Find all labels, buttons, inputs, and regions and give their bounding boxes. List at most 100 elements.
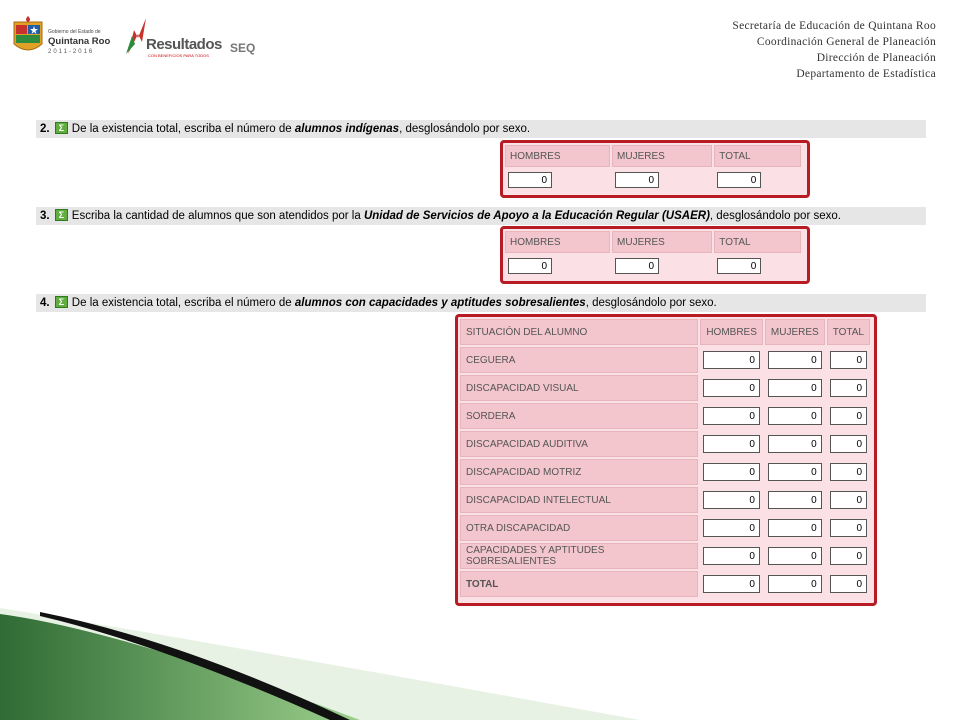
mujeres-input[interactable]: 0 [767, 547, 822, 565]
question-text: De la existencia total, escriba el númer… [71, 123, 295, 135]
sigma-icon[interactable]: Σ [54, 295, 68, 308]
total-input[interactable]: 0 [829, 435, 867, 453]
mujeres-input[interactable]: 0 [767, 491, 822, 509]
question-2-form: HOMBRES MUJERES TOTAL 0 0 0 [500, 140, 810, 198]
resultados-subtitle: CON BENEFICIOS PARA TODOS [148, 53, 209, 58]
row-label: DISCAPACIDAD MOTRIZ [460, 459, 699, 485]
table-row: SORDERA 0 0 0 [460, 403, 870, 429]
table-row: DISCAPACIDAD INTELECTUAL 0 0 0 [460, 487, 870, 513]
col-mujeres: MUJERES [612, 145, 713, 167]
gov-years-text: 2011-2016 [48, 49, 95, 55]
total-input[interactable]: 0 [717, 258, 762, 274]
question-4-table: SITUACIÓN DEL ALUMNO HOMBRES MUJERES TOT… [458, 317, 872, 599]
total-input[interactable]: 0 [829, 379, 867, 397]
header-line: Secretaría de Educación de Quintana Roo [732, 20, 936, 32]
row-label: OTRA DISCAPACIDAD [460, 515, 699, 541]
mujeres-input[interactable]: 0 [767, 519, 822, 537]
col-total: TOTAL [714, 231, 801, 253]
gov-small-text: Gobierno del Estado de [48, 29, 101, 35]
question-4-bar: 4. Σ De la existencia total, escriba el n… [36, 294, 926, 312]
table-row: DISCAPACIDAD AUDITIVA 0 0 0 [460, 431, 870, 457]
question-text-end: , desglosándolo por sexo. [585, 297, 717, 309]
hombres-input[interactable]: 0 [703, 435, 760, 453]
col-hombres: HOMBRES [505, 145, 611, 167]
hombres-input[interactable]: 0 [703, 575, 760, 593]
question-number: 2. [40, 123, 50, 135]
mujeres-input[interactable]: 0 [767, 407, 822, 425]
col-mujeres: MUJERES [764, 319, 825, 345]
col-hombres: HOMBRES [700, 319, 763, 345]
mujeres-input[interactable]: 0 [767, 379, 822, 397]
total-input[interactable]: 0 [829, 351, 867, 369]
col-mujeres: MUJERES [612, 231, 713, 253]
question-2-bar: 2. Σ De la existencia total, escriba el n… [36, 120, 926, 138]
question-text-end: , desglosándolo por sexo. [399, 123, 531, 135]
gobierno-quintana-roo-logo: Gobierno del Estado de Quintana Roo 2011… [12, 14, 112, 56]
mujeres-input[interactable]: 0 [615, 258, 660, 274]
row-label: DISCAPACIDAD AUDITIVA [460, 431, 699, 457]
question-3-form: HOMBRES MUJERES TOTAL 0 0 0 [500, 226, 810, 284]
question-text-end: , desglosándolo por sexo. [709, 210, 841, 222]
row-label: DISCAPACIDAD VISUAL [460, 375, 699, 401]
hombres-input[interactable]: 0 [508, 172, 552, 188]
row-label: DISCAPACIDAD INTELECTUAL [460, 487, 699, 513]
total-input[interactable]: 0 [717, 172, 762, 188]
total-input[interactable]: 0 [829, 547, 867, 565]
hombres-input[interactable]: 0 [508, 258, 552, 274]
total-input[interactable]: 0 [829, 575, 867, 593]
question-4-form: SITUACIÓN DEL ALUMNO HOMBRES MUJERES TOT… [455, 314, 877, 606]
question-emphasis: Unidad de Servicios de Apoyo a la Educac… [363, 210, 710, 222]
total-input[interactable]: 0 [829, 463, 867, 481]
header-line: Dirección de Planeación [816, 52, 936, 64]
table-row: DISCAPACIDAD MOTRIZ 0 0 0 [460, 459, 870, 485]
header-line: Departamento de Estadística [796, 68, 936, 80]
hombres-input[interactable]: 0 [703, 407, 760, 425]
row-label: CEGUERA [460, 347, 699, 373]
question-text: De la existencia total, escriba el númer… [71, 297, 295, 309]
mujeres-input[interactable]: 0 [615, 172, 660, 188]
mujeres-input[interactable]: 0 [767, 351, 822, 369]
decorative-swoosh [0, 608, 640, 720]
institution-header: Secretaría de Educación de Quintana Roo … [732, 18, 936, 82]
hombres-input[interactable]: 0 [703, 463, 760, 481]
question-text: Escriba la cantidad de alumnos que son a… [71, 210, 364, 222]
question-2-table: HOMBRES MUJERES TOTAL 0 0 0 [503, 143, 803, 193]
question-3-bar: 3. Σ Escriba la cantidad de alumnos que s… [36, 207, 926, 225]
mujeres-input[interactable]: 0 [767, 463, 822, 481]
hombres-input[interactable]: 0 [703, 547, 760, 565]
state-emblem-icon [13, 16, 43, 51]
sigma-icon[interactable]: Σ [54, 121, 68, 134]
table-row: CEGUERA 0 0 0 [460, 347, 870, 373]
hombres-input[interactable]: 0 [703, 351, 760, 369]
resultados-text: Resultados [146, 36, 222, 53]
hombres-input[interactable]: 0 [703, 379, 760, 397]
question-number: 4. [40, 297, 50, 309]
gov-name-text: Quintana Roo [48, 36, 111, 47]
resultados-logo: Resultados CON BENEFICIOS PARA TODOS [124, 16, 224, 58]
table-row: CAPACIDADES Y APTITUDES SOBRESALIENTES 0… [460, 543, 870, 569]
mujeres-input[interactable]: 0 [767, 575, 822, 593]
sigma-icon[interactable]: Σ [54, 208, 68, 221]
question-number: 3. [40, 210, 50, 222]
question-emphasis: alumnos con capacidades y aptitudes sobr… [294, 297, 586, 309]
header-line: Coordinación General de Planeación [756, 36, 936, 48]
total-input[interactable]: 0 [829, 491, 867, 509]
col-situacion: SITUACIÓN DEL ALUMNO [460, 319, 699, 345]
total-input[interactable]: 0 [829, 407, 867, 425]
question-3-table: HOMBRES MUJERES TOTAL 0 0 0 [503, 229, 803, 279]
question-emphasis: alumnos indígenas [294, 123, 400, 135]
seq-logo-text: SEQ [230, 41, 256, 55]
mujeres-input[interactable]: 0 [767, 435, 822, 453]
row-label: CAPACIDADES Y APTITUDES SOBRESALIENTES [460, 543, 699, 569]
col-total: TOTAL [826, 319, 870, 345]
row-label: TOTAL [460, 571, 699, 597]
col-hombres: HOMBRES [505, 231, 611, 253]
table-row: OTRA DISCAPACIDAD 0 0 0 [460, 515, 870, 541]
col-total: TOTAL [714, 145, 801, 167]
table-row: DISCAPACIDAD VISUAL 0 0 0 [460, 375, 870, 401]
hombres-input[interactable]: 0 [703, 519, 760, 537]
row-label: SORDERA [460, 403, 699, 429]
total-input[interactable]: 0 [829, 519, 867, 537]
table-row-total: TOTAL 0 0 0 [460, 571, 870, 597]
hombres-input[interactable]: 0 [703, 491, 760, 509]
